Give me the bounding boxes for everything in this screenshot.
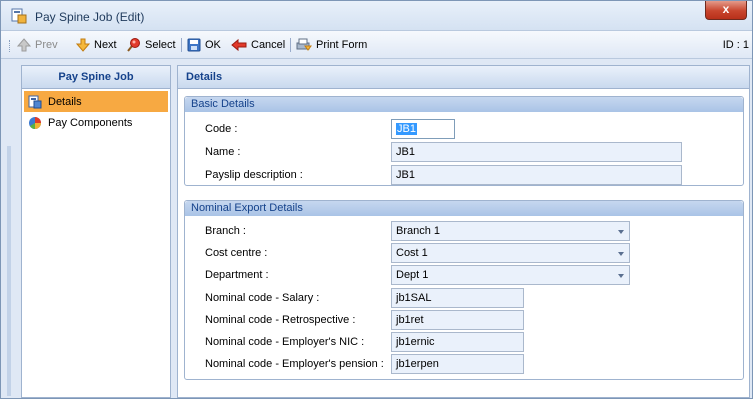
ok-label: OK: [205, 39, 221, 51]
name-input[interactable]: JB1: [391, 142, 682, 162]
branch-row: Branch : Branch 1: [185, 221, 743, 241]
navigation-panel: Pay Spine Job Details Pay Components: [21, 65, 171, 398]
next-label: Next: [94, 39, 117, 51]
cancel-label: Cancel: [251, 39, 286, 51]
basic-details-group: Basic Details Code : JB1 Name : JB1 Pays…: [184, 96, 744, 186]
toolbar-grip[interactable]: [9, 40, 12, 52]
title-bar: Pay Spine Job (Edit) x: [1, 1, 752, 31]
nav-header: Pay Spine Job: [22, 66, 170, 89]
cost-centre-value: Cost 1: [396, 247, 428, 259]
branch-label: Branch :: [205, 225, 246, 237]
employer-pension-code-row: Nominal code - Employer's pension : jb1e…: [185, 354, 743, 374]
cost-centre-select[interactable]: Cost 1: [391, 243, 630, 263]
details-icon: [28, 95, 42, 108]
nav-item-label: Details: [48, 95, 82, 108]
chevron-down-icon[interactable]: [618, 252, 624, 256]
cost-centre-row: Cost centre : Cost 1: [185, 243, 743, 263]
save-disk-icon: [187, 38, 201, 52]
department-select[interactable]: Dept 1: [391, 265, 630, 285]
arrow-up-icon: [17, 38, 31, 52]
code-value: JB1: [396, 123, 417, 135]
employer-pension-code-label: Nominal code - Employer's pension :: [205, 358, 384, 370]
chevron-down-icon[interactable]: [618, 274, 624, 278]
code-row: Code : JB1: [185, 119, 743, 139]
payslip-description-label: Payslip description :: [205, 169, 303, 181]
salary-code-row: Nominal code - Salary : jb1SAL: [185, 288, 743, 308]
payslip-row: Payslip description : JB1: [185, 165, 743, 185]
department-label: Department :: [205, 269, 269, 281]
nominal-export-title: Nominal Export Details: [185, 201, 743, 216]
select-button[interactable]: Select: [125, 37, 176, 53]
payslip-description-input[interactable]: JB1: [391, 165, 682, 185]
prev-button[interactable]: Prev: [17, 37, 58, 53]
pay-spine-job-window: Pay Spine Job (Edit) x Prev Next Select: [0, 0, 753, 399]
retrospective-code-label: Nominal code - Retrospective :: [205, 314, 356, 326]
nav-item-pay-components[interactable]: Pay Components: [22, 112, 170, 133]
cost-centre-label: Cost centre :: [205, 247, 268, 259]
retrospective-code-input[interactable]: jb1ret: [391, 310, 524, 330]
code-input[interactable]: JB1: [391, 119, 455, 139]
pie-chart-icon: [29, 116, 41, 129]
employer-nic-code-label: Nominal code - Employer's NIC :: [205, 336, 365, 348]
salary-code-input[interactable]: jb1SAL: [391, 288, 524, 308]
branch-select[interactable]: Branch 1: [391, 221, 630, 241]
name-label: Name :: [205, 146, 241, 158]
retrospective-code-row: Nominal code - Retrospective : jb1ret: [185, 310, 743, 330]
toolbar: Prev Next Select OK Cancel Print Form ID…: [1, 31, 752, 59]
branch-value: Branch 1: [396, 225, 441, 237]
close-button[interactable]: x: [705, 1, 747, 20]
nominal-export-group: Nominal Export Details Branch : Branch 1…: [184, 200, 744, 380]
employer-nic-code-row: Nominal code - Employer's NIC : jb1ernic: [185, 332, 743, 352]
name-row: Name : JB1: [185, 142, 743, 162]
window-title: Pay Spine Job (Edit): [35, 10, 145, 24]
department-row: Department : Dept 1: [185, 265, 743, 285]
toolbar-separator: [181, 38, 182, 52]
chevron-down-icon[interactable]: [618, 230, 624, 234]
details-panel: Details Basic Details Code : JB1 Name : …: [177, 65, 750, 398]
employer-nic-code-input[interactable]: jb1ernic: [391, 332, 524, 352]
cancel-button[interactable]: Cancel: [231, 37, 285, 53]
print-form-button[interactable]: Print Form: [296, 37, 367, 53]
cancel-arrow-icon: [231, 38, 247, 52]
nav-item-label: Pay Components: [48, 116, 133, 129]
record-id: ID : 1: [722, 39, 749, 51]
print-form-icon: [296, 38, 312, 51]
next-button[interactable]: Next: [76, 37, 117, 53]
select-pin-icon: [127, 38, 140, 52]
basic-details-title: Basic Details: [185, 97, 743, 112]
department-value: Dept 1: [396, 269, 429, 281]
ok-button[interactable]: OK: [187, 37, 221, 53]
salary-code-label: Nominal code - Salary :: [205, 292, 320, 304]
select-label: Select: [145, 39, 176, 51]
toolbar-separator: [290, 38, 291, 52]
arrow-down-icon: [76, 38, 90, 52]
nav-item-details[interactable]: Details: [24, 91, 168, 112]
prev-label: Prev: [35, 39, 58, 51]
app-icon: [11, 8, 27, 24]
details-header: Details: [178, 66, 749, 89]
print-form-label: Print Form: [316, 39, 368, 51]
window-left-edge: [7, 146, 11, 396]
code-label: Code :: [205, 123, 238, 135]
employer-pension-code-input[interactable]: jb1erpen: [391, 354, 524, 374]
